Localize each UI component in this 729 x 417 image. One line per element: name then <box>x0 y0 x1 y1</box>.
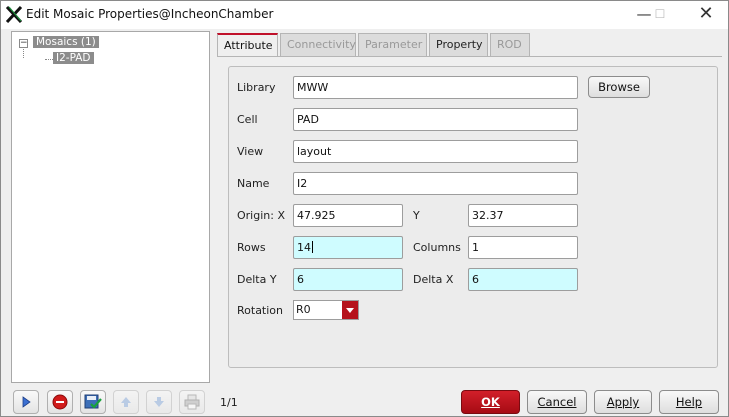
maximize-icon[interactable]: ☐ <box>645 3 675 25</box>
tab-rod[interactable]: ROD <box>490 33 530 56</box>
tab-attribute[interactable]: Attribute <box>217 33 278 57</box>
rows-label: Rows <box>237 241 266 254</box>
name-field[interactable]: I2 <box>293 172 578 195</box>
stop-button[interactable] <box>47 390 73 414</box>
delta-y-field[interactable]: 6 <box>293 268 403 291</box>
cell-field[interactable]: PAD <box>293 108 578 131</box>
close-icon[interactable]: ✕ <box>691 3 721 25</box>
library-field[interactable]: MWW <box>293 76 578 99</box>
mosaic-tree[interactable]: − Mosaics (1) I2-PAD <box>11 31 210 383</box>
window-title: Edit Mosaic Properties@IncheonChamber <box>26 7 274 21</box>
delta-x-label: Delta X <box>413 273 454 286</box>
help-button[interactable]: Help <box>659 390 719 414</box>
stop-icon <box>52 394 68 410</box>
dropdown-arrow-icon[interactable] <box>342 301 358 319</box>
tab-parameter[interactable]: Parameter <box>358 33 427 56</box>
rotation-select[interactable]: R0 <box>293 300 359 320</box>
columns-field[interactable]: 1 <box>468 236 578 259</box>
apply-button[interactable]: Apply <box>594 390 652 414</box>
columns-label: Columns <box>413 241 461 254</box>
save-check-icon <box>84 394 102 409</box>
view-field[interactable]: layout <box>293 140 578 163</box>
rotation-label: Rotation <box>237 304 284 317</box>
print-button[interactable] <box>179 390 205 414</box>
move-down-icon <box>154 397 164 407</box>
dialog-window: Edit Mosaic Properties@IncheonChamber — … <box>0 0 729 417</box>
tree-item-mosaics[interactable]: Mosaics (1) <box>33 35 99 49</box>
delta-y-label: Delta Y <box>237 273 277 286</box>
save-check-button[interactable] <box>80 390 106 414</box>
tab-connectivity[interactable]: Connectivity <box>280 33 356 56</box>
origin-x-label: Origin: X <box>237 209 285 222</box>
origin-y-label: Y <box>413 209 420 222</box>
tree-item-i2-pad[interactable]: I2-PAD <box>53 51 94 65</box>
tab-property[interactable]: Property <box>429 33 488 56</box>
ok-button[interactable]: OK <box>461 390 520 414</box>
help-label: Help <box>675 395 703 409</box>
tree-collapse-icon[interactable]: − <box>19 39 28 48</box>
tree-connector <box>23 49 24 58</box>
library-label: Library <box>237 81 276 94</box>
app-logo-icon <box>6 6 22 23</box>
move-down-button[interactable] <box>146 390 172 414</box>
apply-label: Apply <box>606 395 640 409</box>
rows-field[interactable]: 14 <box>293 236 403 259</box>
browse-button[interactable]: Browse <box>588 76 650 98</box>
origin-y-field[interactable]: 32.37 <box>468 204 578 227</box>
rows-value: 14 <box>297 241 311 254</box>
view-label: View <box>237 145 264 158</box>
ok-label: OK <box>481 395 500 409</box>
origin-x-field[interactable]: 47.925 <box>293 204 403 227</box>
next-button[interactable] <box>13 390 39 414</box>
title-bar: Edit Mosaic Properties@IncheonChamber — … <box>1 1 728 29</box>
cancel-label: Cancel <box>537 395 577 409</box>
name-label: Name <box>237 177 270 190</box>
cell-label: Cell <box>237 113 258 126</box>
move-up-icon <box>121 397 131 407</box>
text-cursor <box>312 241 313 253</box>
tree-item-mosaics-label: Mosaics (1) <box>33 36 99 48</box>
cancel-button[interactable]: Cancel <box>527 390 587 414</box>
move-up-button[interactable] <box>113 390 139 414</box>
page-counter: 1/1 <box>220 396 238 409</box>
rotation-value: R0 <box>296 303 311 316</box>
delta-x-field[interactable]: 6 <box>468 268 578 291</box>
print-icon <box>184 394 200 410</box>
next-icon <box>22 396 31 408</box>
tree-item-i2-pad-label: I2-PAD <box>53 52 94 64</box>
